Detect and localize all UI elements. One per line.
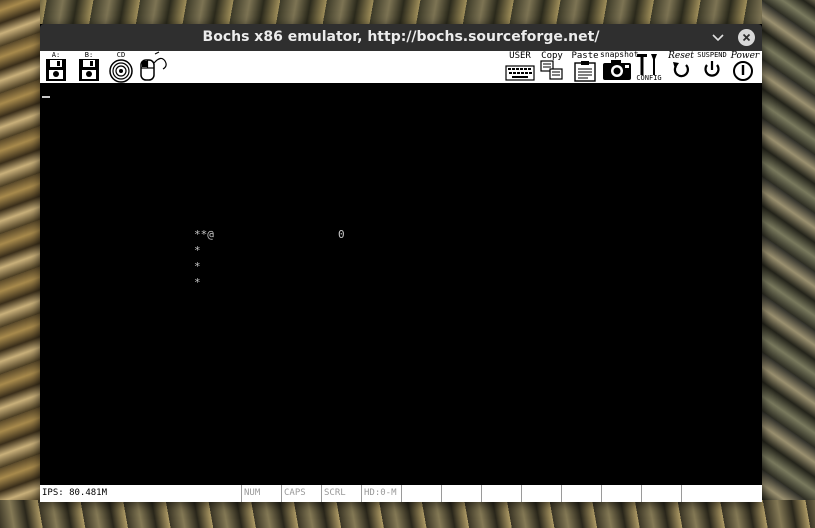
- status-cell-empty: [601, 485, 641, 502]
- config-button[interactable]: CONFIG: [634, 51, 664, 83]
- paste-button[interactable]: Paste: [571, 51, 599, 83]
- caps-lock-indicator: CAPS: [281, 485, 321, 502]
- config-label: CONFIG: [636, 74, 662, 82]
- chevron-down-icon[interactable]: [710, 30, 726, 46]
- suspend-button[interactable]: SUSPEND: [696, 51, 728, 83]
- close-icon: [742, 33, 751, 42]
- status-cell-empty: [521, 485, 561, 502]
- cdrom-icon: [109, 59, 133, 83]
- camera-icon: [603, 60, 631, 80]
- floppy-icon: [46, 59, 66, 81]
- wallpaper-top: [0, 0, 815, 24]
- copy-button[interactable]: Copy: [539, 51, 565, 83]
- window-titlebar[interactable]: Bochs x86 emulator, http://bochs.sourcef…: [40, 24, 762, 51]
- paste-icon: [574, 61, 596, 82]
- wallpaper-left: [0, 0, 40, 528]
- copy-icon: [540, 60, 563, 80]
- user-button[interactable]: USER: [504, 51, 536, 83]
- suspend-icon: [704, 61, 720, 77]
- text-cursor: [42, 96, 50, 98]
- mouse-icon: [140, 51, 167, 81]
- status-bar: IPS: 80.481M NUM CAPS SCRL HD:0-M: [40, 485, 762, 502]
- window-title: Bochs x86 emulator, http://bochs.sourcef…: [202, 29, 600, 45]
- num-lock-indicator: NUM: [241, 485, 281, 502]
- mouse-toggle-button[interactable]: [137, 51, 169, 83]
- bochs-window: Bochs x86 emulator, http://bochs.sourcef…: [40, 24, 762, 502]
- reset-button[interactable]: Reset: [664, 51, 698, 83]
- snake-body-segment: *: [194, 260, 201, 273]
- snake-head-row: **@: [194, 228, 214, 241]
- status-cell-empty: [561, 485, 601, 502]
- bochs-toolbar: A: B: CD USER Copy Paste snapshot CONFIG…: [40, 51, 762, 83]
- floppy-icon: [79, 59, 99, 81]
- reset-icon: [673, 62, 689, 78]
- power-icon: [733, 61, 753, 81]
- status-cell-empty: [681, 485, 762, 502]
- snapshot-button[interactable]: snapshot: [600, 51, 639, 83]
- snake-body-segment: *: [194, 276, 201, 289]
- close-button[interactable]: [738, 29, 755, 46]
- status-cell-empty: [441, 485, 481, 502]
- wallpaper-right: [762, 0, 815, 528]
- power-button[interactable]: Power: [728, 51, 762, 83]
- scroll-lock-indicator: SCRL: [321, 485, 361, 502]
- cdrom-button[interactable]: CD: [108, 51, 134, 83]
- floppy-b-button[interactable]: B:: [77, 51, 101, 83]
- snake-body-segment: *: [194, 244, 201, 257]
- status-cell-empty: [401, 485, 441, 502]
- ips-indicator: IPS: 80.481M: [42, 488, 108, 498]
- emulator-screen[interactable]: **@ * * * 0: [40, 83, 762, 485]
- wallpaper-bottom: [0, 500, 815, 528]
- keyboard-icon: [505, 65, 535, 81]
- snake-food: 0: [338, 228, 345, 241]
- status-cell-empty: [481, 485, 521, 502]
- hd-indicator: HD:0-M: [361, 485, 401, 502]
- status-cell-empty: [641, 485, 681, 502]
- floppy-a-button[interactable]: A:: [44, 51, 68, 83]
